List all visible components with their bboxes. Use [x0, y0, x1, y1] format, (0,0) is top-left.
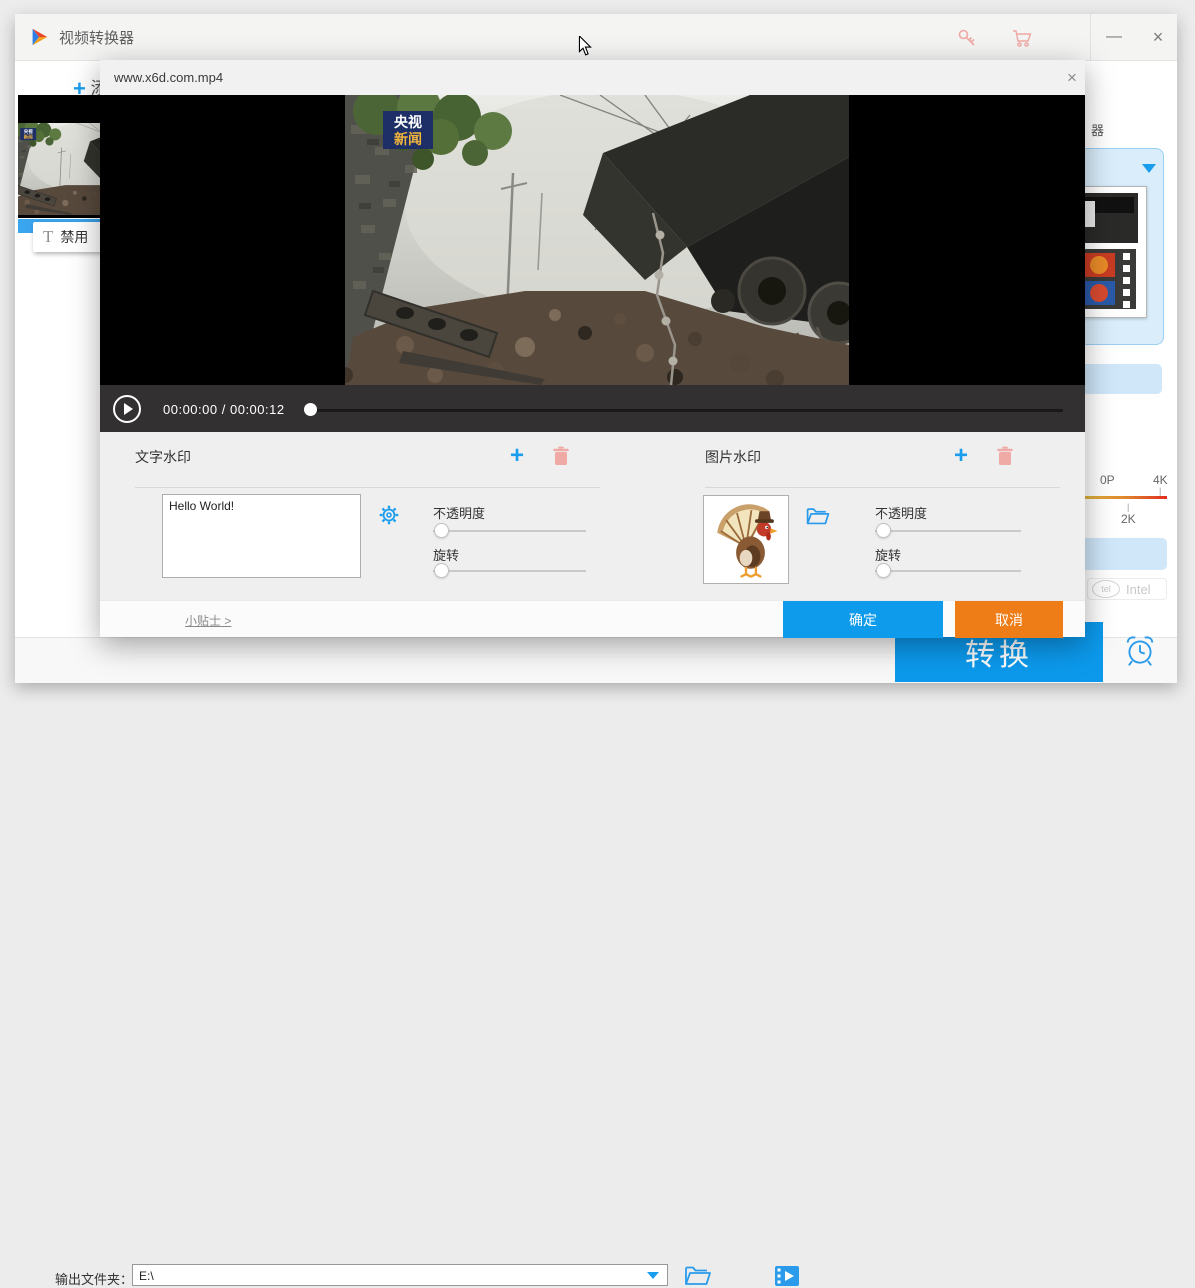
image-opacity-slider[interactable]: [875, 530, 1021, 532]
video-preview-area: 央视 新闻: [100, 95, 1085, 385]
image-rotate-slider[interactable]: [875, 570, 1021, 572]
mouse-cursor: [578, 36, 592, 56]
time-display: 00:00:00 / 00:00:12: [163, 402, 285, 417]
text-rotate-thumb[interactable]: [434, 563, 449, 578]
cart-icon[interactable]: [1011, 28, 1033, 48]
image-watermark-divider: [705, 487, 1060, 488]
browse-image-folder-icon[interactable]: [805, 506, 831, 527]
ok-button[interactable]: 确定: [783, 601, 943, 638]
turkey-image: [710, 501, 782, 579]
video-frame: 央视 新闻: [345, 95, 849, 385]
delete-image-watermark-icon[interactable]: [996, 446, 1014, 467]
text-watermark-divider: [135, 487, 600, 488]
text-opacity-slider[interactable]: [433, 530, 586, 532]
format-dropdown-arrow-icon[interactable]: [1142, 164, 1156, 173]
dialog-title: www.x6d.com.mp4: [114, 70, 223, 85]
watermark-dialog: www.x6d.com.mp4 ×: [100, 60, 1085, 637]
resolution-tick-top: |: [1159, 486, 1161, 496]
current-time: 00:00:00: [163, 402, 218, 417]
app-titlebar: 视频转换器 — ×: [15, 14, 1177, 61]
cctv-badge-line2: 新闻: [394, 131, 422, 147]
text-watermark-title: 文字水印: [135, 447, 191, 467]
resolution-tick-bottom: |: [1127, 502, 1129, 512]
app-title: 视频转换器: [59, 27, 134, 48]
combobox-dropdown-arrow-icon[interactable]: [647, 1272, 659, 1279]
text-settings-gear-icon[interactable]: [379, 505, 399, 525]
app-logo-icon: [28, 26, 50, 48]
play-button[interactable]: [113, 395, 141, 423]
video-thumbnail-image: [18, 123, 100, 215]
tips-link[interactable]: 小贴士 >: [185, 612, 231, 629]
image-watermark-title: 图片水印: [705, 447, 761, 467]
time-separator: /: [222, 402, 226, 417]
dialog-titlebar: www.x6d.com.mp4: [100, 60, 1085, 95]
cancel-button[interactable]: 取消: [955, 601, 1063, 638]
window-close-button[interactable]: ×: [1141, 14, 1175, 60]
minimize-button[interactable]: —: [1097, 14, 1131, 60]
add-text-watermark-button[interactable]: +: [510, 444, 524, 468]
watermark-text-input[interactable]: Hello World!: [162, 494, 361, 578]
dialog-footer: 小贴士 > 确定 取消: [100, 600, 1085, 637]
text-tool-icon: T: [43, 227, 53, 247]
text-opacity-thumb[interactable]: [434, 523, 449, 538]
image-rotate-thumb[interactable]: [876, 563, 891, 578]
intel-label: Intel: [1126, 582, 1151, 597]
resolution-label-mid: 2K: [1121, 512, 1136, 526]
intel-logo-icon: tel: [1092, 580, 1120, 598]
intel-acceleration-badge: tel Intel: [1087, 578, 1167, 600]
output-folder-label: 输出文件夹：: [55, 1269, 133, 1288]
browse-folder-icon[interactable]: [683, 1265, 713, 1287]
text-opacity-label: 不透明度: [433, 503, 485, 522]
video-progress-track[interactable]: [307, 409, 1063, 412]
resolution-label-max: 4K: [1153, 473, 1168, 487]
titlebar-divider: [1090, 14, 1091, 60]
add-image-watermark-button[interactable]: +: [954, 444, 968, 468]
text-rotate-slider[interactable]: [433, 570, 586, 572]
image-opacity-thumb[interactable]: [876, 523, 891, 538]
cctv-badge-line1: 央视: [394, 114, 422, 130]
image-opacity-label: 不透明度: [875, 503, 927, 522]
output-folder-combobox[interactable]: E:\: [132, 1264, 668, 1286]
total-time: 00:00:12: [230, 402, 285, 417]
watermark-panel: 文字水印 + Hello World! 不透明度: [100, 432, 1085, 600]
text-rotate-label: 旋转: [433, 545, 459, 564]
player-bar: 00:00:00 / 00:00:12: [100, 385, 1085, 432]
register-key-icon[interactable]: [957, 28, 977, 48]
video-progress-thumb[interactable]: [304, 403, 317, 416]
tooltip-label: 禁用: [60, 227, 88, 247]
resolution-label-min: 0P: [1100, 473, 1115, 487]
watermark-image-box[interactable]: [703, 495, 789, 584]
delete-text-watermark-icon[interactable]: [552, 446, 570, 467]
resolution-slider[interactable]: [1075, 496, 1167, 499]
image-rotate-label: 旋转: [875, 545, 901, 564]
schedule-alarm-icon[interactable]: [1122, 633, 1158, 669]
dialog-close-button[interactable]: ×: [1060, 66, 1084, 90]
video-thumbnail-item[interactable]: [18, 95, 100, 218]
open-output-file-icon[interactable]: [773, 1265, 801, 1287]
right-panel-partial-label: 器: [1091, 120, 1104, 139]
